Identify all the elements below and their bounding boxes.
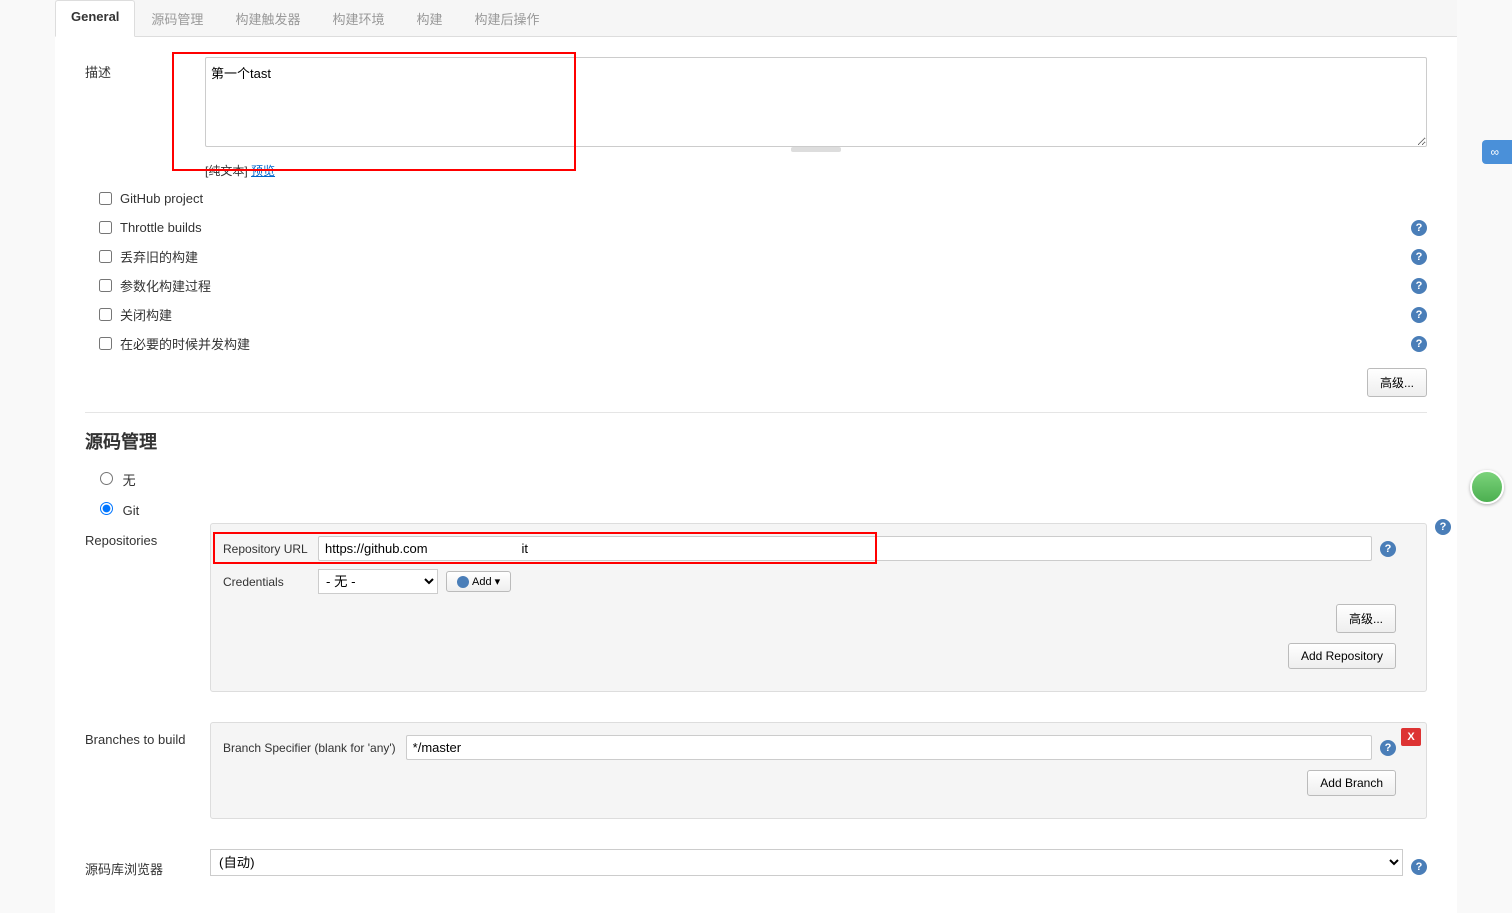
description-label: 描述: [85, 57, 205, 81]
tab-env[interactable]: 构建环境: [316, 0, 400, 36]
disable-checkbox[interactable]: [99, 308, 112, 321]
param-checkbox[interactable]: [99, 279, 112, 292]
tab-post[interactable]: 构建后操作: [458, 0, 555, 36]
credentials-label: Credentials: [223, 575, 318, 589]
help-icon[interactable]: ?: [1411, 336, 1427, 352]
tab-general[interactable]: General: [55, 0, 135, 37]
discard-checkbox[interactable]: [99, 250, 112, 263]
repository-block: ? Repository URL ? Credentials - 无 -: [210, 523, 1427, 692]
throttle-checkbox[interactable]: [99, 221, 112, 234]
scm-git-option[interactable]: Git: [95, 503, 139, 518]
repositories-label: Repositories: [85, 523, 210, 548]
help-icon[interactable]: ?: [1435, 519, 1451, 535]
github-project-label: GitHub project: [120, 191, 203, 206]
add-repository-button[interactable]: Add Repository: [1288, 643, 1396, 669]
repo-advanced-button[interactable]: 高级...: [1336, 604, 1396, 633]
tab-build[interactable]: 构建: [400, 0, 458, 36]
help-icon[interactable]: ?: [1411, 859, 1427, 875]
concurrent-label: 在必要的时候并发构建: [120, 334, 250, 353]
help-icon[interactable]: ?: [1411, 278, 1427, 294]
plaintext-label: [纯文本]: [205, 164, 248, 178]
help-icon[interactable]: ?: [1411, 307, 1427, 323]
add-label: Add: [472, 576, 492, 588]
help-icon[interactable]: ?: [1411, 220, 1427, 236]
help-icon[interactable]: ?: [1380, 541, 1396, 557]
description-textarea[interactable]: [205, 57, 1427, 147]
resize-handle[interactable]: [791, 147, 841, 152]
floating-circle-button[interactable]: [1470, 470, 1504, 504]
branch-specifier-input[interactable]: [406, 735, 1372, 760]
discard-label: 丢弃旧的构建: [120, 247, 198, 266]
scm-none-label: 无: [123, 473, 136, 488]
concurrent-checkbox[interactable]: [99, 337, 112, 350]
preview-link[interactable]: 预览: [251, 164, 275, 178]
add-credentials-button[interactable]: Add▾: [446, 571, 511, 592]
browser-label: 源码库浏览器: [85, 849, 210, 878]
tab-scm[interactable]: 源码管理: [135, 0, 219, 36]
repo-url-label: Repository URL: [223, 542, 318, 556]
config-tabs: General 源码管理 构建触发器 构建环境 构建 构建后操作: [55, 0, 1457, 37]
param-label: 参数化构建过程: [120, 276, 211, 295]
scm-none-option[interactable]: 无: [95, 473, 136, 488]
delete-branch-button[interactable]: X: [1401, 728, 1421, 746]
scm-git-radio[interactable]: [100, 502, 113, 515]
divider: [85, 412, 1427, 413]
link-icon: ∞: [1490, 145, 1499, 159]
disable-label: 关闭构建: [120, 305, 172, 324]
branches-label: Branches to build: [85, 722, 210, 747]
help-icon[interactable]: ?: [1411, 249, 1427, 265]
add-branch-button[interactable]: Add Branch: [1307, 770, 1396, 796]
repo-browser-select[interactable]: (自动): [210, 849, 1403, 876]
branch-block: X Branch Specifier (blank for 'any') ? A…: [210, 722, 1427, 819]
advanced-button[interactable]: 高级...: [1367, 368, 1427, 397]
branch-specifier-label: Branch Specifier (blank for 'any'): [223, 741, 396, 755]
throttle-label: Throttle builds: [120, 220, 202, 235]
floating-widget[interactable]: ∞: [1482, 140, 1512, 164]
scm-none-radio[interactable]: [100, 472, 113, 485]
scm-git-label: Git: [123, 503, 140, 518]
scm-section-title: 源码管理: [85, 428, 1427, 454]
tab-trigger[interactable]: 构建触发器: [219, 0, 316, 36]
help-icon[interactable]: ?: [1380, 740, 1396, 756]
credentials-select[interactable]: - 无 -: [318, 569, 438, 594]
github-project-checkbox[interactable]: [99, 192, 112, 205]
key-icon: [457, 576, 469, 588]
repo-url-input[interactable]: [318, 536, 1372, 561]
